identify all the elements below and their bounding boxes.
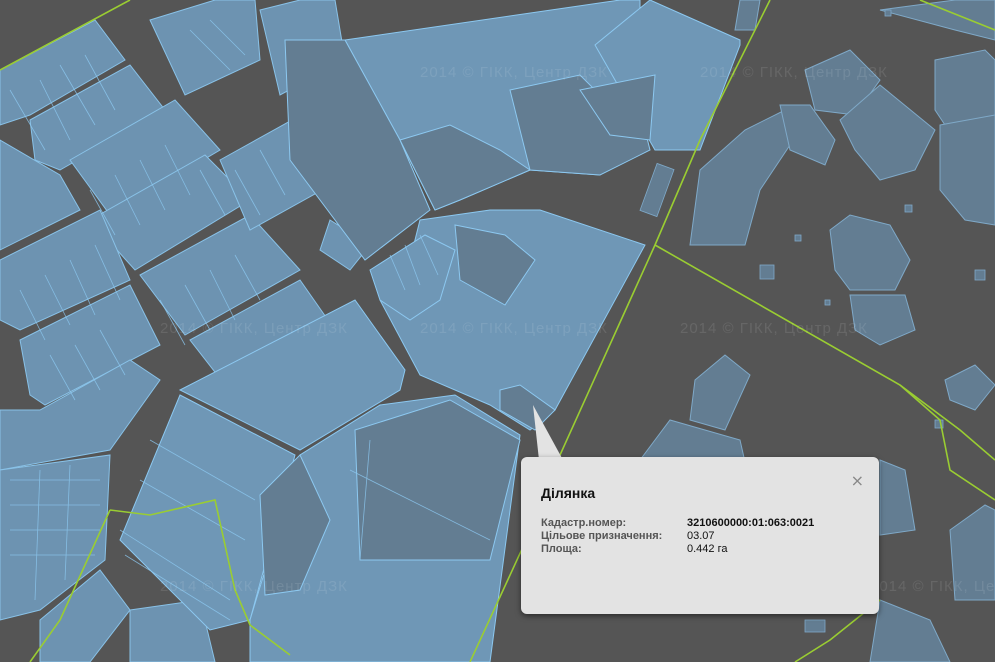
area-value: 0.442 га (687, 543, 728, 555)
popup-pointer (533, 405, 563, 460)
cadastral-number-label: Кадастр.номер: (541, 517, 627, 529)
watermark: 2014 © ГІКК, Центр ДЗК (420, 320, 608, 337)
area-label: Площа: (541, 543, 582, 555)
parcel-info-popup: × Ділянка Кадастр.номер: 3210600000:01:0… (521, 457, 879, 614)
watermark: 2014 © ГІКК, Центр ДЗК (870, 578, 995, 595)
watermark: 2014 © ГІКК, Центр ДЗК (160, 578, 348, 595)
cadastral-number-value: 3210600000:01:063:0021 (687, 517, 815, 529)
attribute-row: Цільове призначення: 03.07 (541, 530, 814, 543)
purpose-label: Цільове призначення: (541, 530, 663, 542)
watermark: 2014 © ГІКК, Центр ДЗК (700, 64, 888, 81)
close-icon[interactable]: × (851, 473, 864, 489)
parcel-attributes: Кадастр.номер: 3210600000:01:063:0021 Ці… (541, 517, 814, 556)
watermark: 2014 © ГІКК, Центр ДЗК (160, 320, 348, 337)
watermark: 2014 © ГІКК, Центр ДЗК (680, 320, 868, 337)
watermark: 2014 © ГІКК, Центр ДЗК (420, 64, 608, 81)
popup-title: Ділянка (541, 485, 596, 501)
attribute-row: Площа: 0.442 га (541, 543, 814, 556)
attribute-row: Кадастр.номер: 3210600000:01:063:0021 (541, 517, 814, 530)
purpose-value: 03.07 (687, 530, 715, 542)
